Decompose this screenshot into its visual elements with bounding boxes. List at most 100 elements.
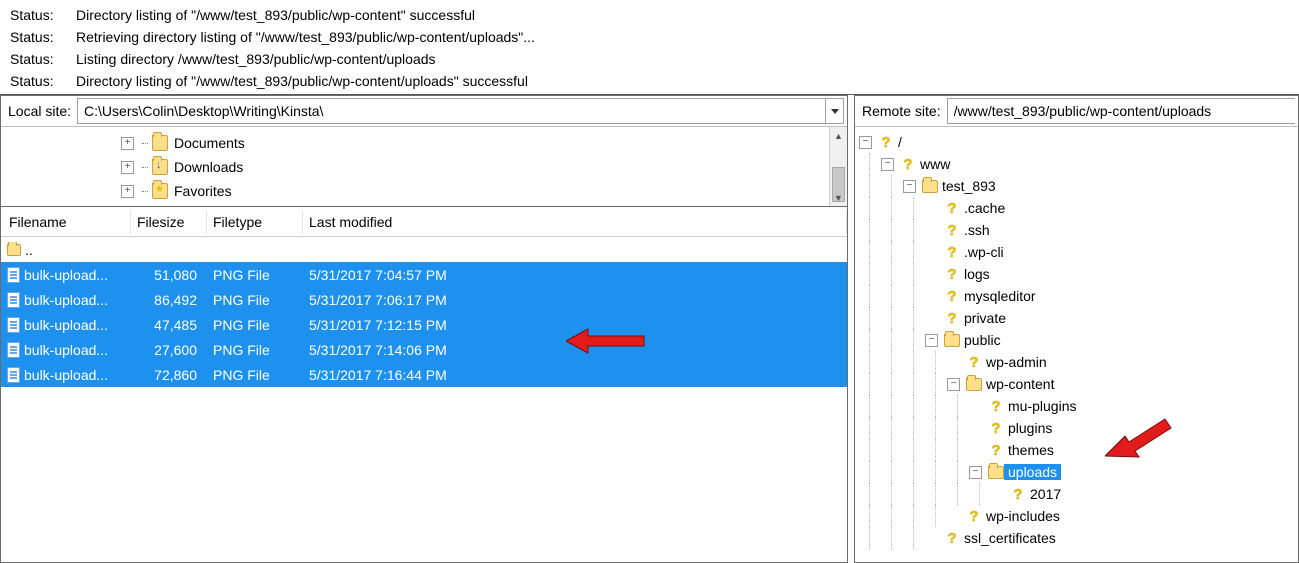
- tree-item[interactable]: wp-admin: [859, 351, 1298, 373]
- column-header-filesize[interactable]: Filesize: [131, 210, 207, 234]
- tree-item[interactable]: .wp-cli: [859, 241, 1298, 263]
- file-row[interactable]: bulk-upload... 27,600 PNG File 5/31/2017…: [1, 337, 847, 362]
- unknown-folder-icon: [878, 134, 894, 150]
- tree-item[interactable]: mysqleditor: [859, 285, 1298, 307]
- file-name: bulk-upload...: [24, 267, 108, 283]
- tree-item[interactable]: themes: [859, 439, 1298, 461]
- remote-dir-tree[interactable]: / www test_893 .cache .ssh .wp-cli logsmysqled…: [855, 127, 1298, 562]
- unknown-folder-icon: [944, 310, 960, 326]
- tree-item[interactable]: Favorites: [121, 179, 829, 203]
- scroll-up-arrow-icon[interactable]: ▲: [830, 127, 847, 144]
- tree-item-label: uploads: [1004, 464, 1061, 480]
- tree-item-label: wp-content: [982, 376, 1054, 392]
- tree-item-label: Favorites: [170, 183, 232, 199]
- column-header-filename[interactable]: Filename: [1, 210, 131, 234]
- file-size: 47,485: [131, 317, 207, 333]
- folder-icon: [922, 180, 938, 193]
- tree-item[interactable]: mu-plugins: [859, 395, 1298, 417]
- file-type: PNG File: [207, 317, 303, 333]
- expand-icon[interactable]: [925, 334, 938, 347]
- tree-item-label: /: [894, 134, 902, 150]
- parent-dir-row[interactable]: ..: [1, 237, 847, 262]
- remote-path-input[interactable]: [948, 101, 1295, 121]
- expand-icon[interactable]: [121, 161, 134, 174]
- tree-item[interactable]: logs: [859, 263, 1298, 285]
- unknown-folder-icon: [900, 156, 916, 172]
- file-row[interactable]: bulk-upload... 86,492 PNG File 5/31/2017…: [1, 287, 847, 312]
- tree-item-label: wp-admin: [982, 354, 1047, 370]
- local-path-input[interactable]: [78, 101, 825, 121]
- scrollbar[interactable]: ▲ ▼: [829, 127, 847, 206]
- tree-item[interactable]: Documents: [121, 131, 829, 155]
- file-row[interactable]: bulk-upload... 51,080 PNG File 5/31/2017…: [1, 262, 847, 287]
- local-site-label: Local site:: [4, 103, 71, 119]
- tree-item[interactable]: .ssh: [859, 219, 1298, 241]
- status-row: Status: Directory listing of "/www/test_…: [10, 4, 1291, 26]
- file-list[interactable]: .. bulk-upload... 51,080 PNG File 5/31/2…: [1, 237, 847, 562]
- status-row: Status: Directory listing of "/www/test_…: [10, 70, 1291, 92]
- file-modified: 5/31/2017 7:12:15 PM: [303, 317, 533, 333]
- expand-icon[interactable]: [121, 137, 134, 150]
- tree-item-label: .wp-cli: [960, 244, 1004, 260]
- status-message: Listing directory /www/test_893/public/w…: [76, 48, 1291, 70]
- tree-item[interactable]: www: [859, 153, 1298, 175]
- status-message: Directory listing of "/www/test_893/publ…: [76, 4, 1291, 26]
- local-path-dropdown-button[interactable]: [825, 99, 843, 123]
- downloads-folder-icon: [152, 159, 168, 175]
- file-type: PNG File: [207, 367, 303, 383]
- tree-spacer: [925, 532, 938, 545]
- tree-item[interactable]: wp-includes: [859, 505, 1298, 527]
- expand-icon[interactable]: [969, 466, 982, 479]
- tree-item[interactable]: 2017: [859, 483, 1298, 505]
- folder-icon: [966, 378, 982, 391]
- file-icon: [7, 267, 20, 283]
- tree-spacer: [969, 422, 982, 435]
- tree-item[interactable]: ssl_certificates: [859, 527, 1298, 549]
- tree-item[interactable]: Downloads: [121, 155, 829, 179]
- file-modified: 5/31/2017 7:04:57 PM: [303, 267, 533, 283]
- unknown-folder-icon: [988, 420, 1004, 436]
- expand-icon[interactable]: [947, 378, 960, 391]
- file-modified: 5/31/2017 7:14:06 PM: [303, 342, 533, 358]
- tree-item[interactable]: /: [859, 131, 1298, 153]
- tree-spacer: [925, 290, 938, 303]
- column-header-modified[interactable]: Last modified: [303, 210, 847, 234]
- file-modified: 5/31/2017 7:16:44 PM: [303, 367, 533, 383]
- tree-item-label: mu-plugins: [1004, 398, 1076, 414]
- expand-icon[interactable]: [903, 180, 916, 193]
- file-row[interactable]: bulk-upload... 72,860 PNG File 5/31/2017…: [1, 362, 847, 387]
- tree-item[interactable]: uploads: [859, 461, 1298, 483]
- tree-spacer: [991, 488, 1004, 501]
- file-size: 86,492: [131, 292, 207, 308]
- file-list-header[interactable]: Filename Filesize Filetype Last modified: [1, 207, 847, 237]
- tree-item[interactable]: public: [859, 329, 1298, 351]
- expand-icon[interactable]: [881, 158, 894, 171]
- expand-icon[interactable]: [859, 136, 872, 149]
- remote-pane: Remote site: /wwwtest_893.cache.ssh.wp-c…: [854, 95, 1299, 563]
- column-header-filetype[interactable]: Filetype: [207, 210, 303, 234]
- tree-item[interactable]: .cache: [859, 197, 1298, 219]
- tree-item-label: wp-includes: [982, 508, 1060, 524]
- file-size: 27,600: [131, 342, 207, 358]
- tree-item-label: private: [960, 310, 1006, 326]
- tree-item[interactable]: plugins: [859, 417, 1298, 439]
- tree-item-label: 2017: [1026, 486, 1061, 502]
- unknown-folder-icon: [944, 200, 960, 216]
- tree-item[interactable]: wp-content: [859, 373, 1298, 395]
- local-dir-tree[interactable]: Documents Downloads Favorites: [1, 127, 847, 207]
- unknown-folder-icon: [1010, 486, 1026, 502]
- tree-item[interactable]: test_893: [859, 175, 1298, 197]
- chevron-down-icon: [831, 109, 839, 114]
- tree-item-label: test_893: [938, 178, 996, 194]
- file-name: bulk-upload...: [24, 342, 108, 358]
- expand-icon[interactable]: [121, 185, 134, 198]
- unknown-folder-icon: [966, 508, 982, 524]
- file-row[interactable]: bulk-upload... 47,485 PNG File 5/31/2017…: [1, 312, 847, 337]
- status-label: Status:: [10, 26, 76, 48]
- scroll-down-arrow-icon[interactable]: ▼: [830, 189, 847, 206]
- favorites-folder-icon: [152, 183, 168, 199]
- tree-item[interactable]: private: [859, 307, 1298, 329]
- file-icon: [7, 367, 20, 383]
- unknown-folder-icon: [988, 442, 1004, 458]
- tree-item-label: .ssh: [960, 222, 990, 238]
